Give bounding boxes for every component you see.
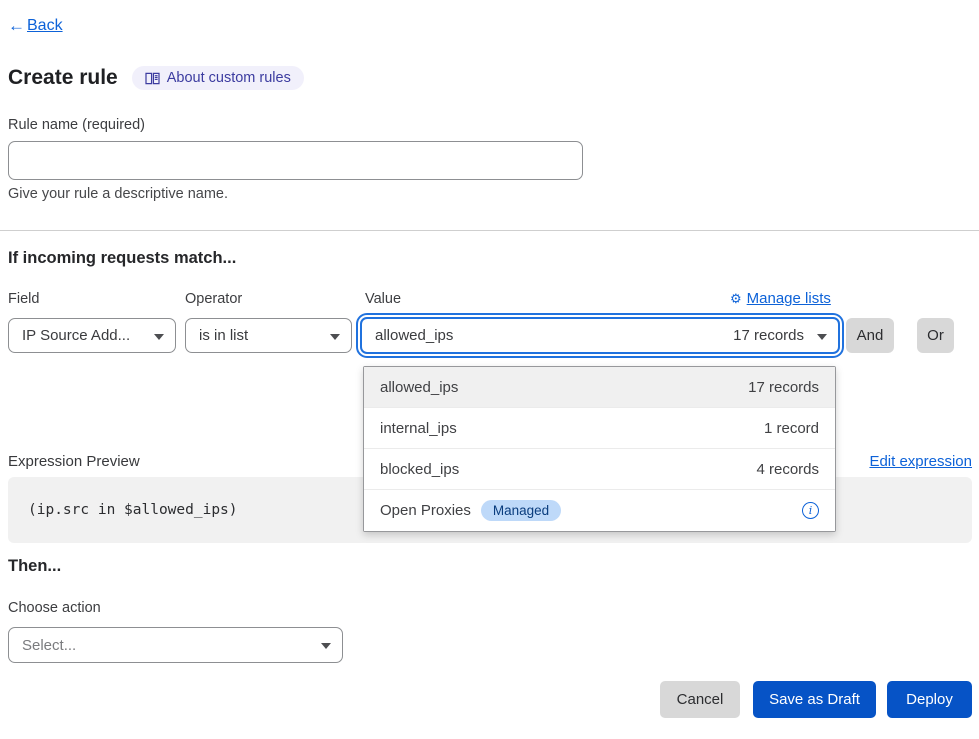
section-divider [0, 230, 979, 231]
choose-action-label: Choose action [8, 600, 101, 616]
list-item-name: allowed_ips [380, 379, 458, 396]
page-title: Create rule [8, 66, 118, 90]
and-button[interactable]: And [846, 318, 894, 353]
expression-code: (ip.src in $allowed_ips) [28, 502, 238, 518]
list-item-detail: 1 record [764, 420, 819, 437]
operator-select[interactable]: is in list [185, 318, 352, 353]
field-select[interactable]: IP Source Add... [8, 318, 176, 353]
list-item-detail: 4 records [756, 461, 819, 478]
operator-select-value: is in list [199, 327, 248, 344]
save-as-draft-button[interactable]: Save as Draft [753, 681, 876, 718]
list-item-name: internal_ips [380, 420, 457, 437]
rule-name-helper: Give your rule a descriptive name. [8, 186, 228, 202]
match-section-heading: If incoming requests match... [8, 249, 236, 268]
deploy-button[interactable]: Deploy [887, 681, 972, 718]
gear-icon: ⚙ [730, 291, 742, 307]
back-arrow-icon: ← [8, 16, 25, 36]
managed-badge: Managed [481, 500, 561, 521]
list-item-name: Open Proxies [380, 502, 471, 519]
manage-lists-link[interactable]: ⚙ Manage lists [730, 290, 831, 307]
or-button[interactable]: Or [917, 318, 954, 353]
rule-name-label: Rule name (required) [8, 117, 145, 133]
cancel-button[interactable]: Cancel [660, 681, 740, 718]
rule-name-input[interactable] [8, 141, 583, 180]
title-row: Create rule About custom rules [8, 66, 304, 90]
list-item-allowed-ips[interactable]: allowed_ips 17 records [364, 367, 835, 408]
list-item-blocked-ips[interactable]: blocked_ips 4 records [364, 449, 835, 490]
info-icon[interactable]: i [802, 502, 819, 519]
value-select[interactable]: allowed_ips 17 records [360, 317, 840, 354]
back-link-label: Back [27, 17, 63, 35]
about-badge-label: About custom rules [167, 70, 291, 86]
chevron-down-icon [817, 334, 827, 340]
list-item-open-proxies[interactable]: Open Proxies Managed i [364, 490, 835, 531]
value-select-value: allowed_ips [375, 327, 453, 344]
about-custom-rules-link[interactable]: About custom rules [132, 66, 304, 90]
chevron-down-icon [321, 643, 331, 649]
create-rule-page: ← Back Create rule About custom rules Ru… [0, 0, 979, 739]
book-icon [145, 72, 160, 85]
list-item-internal-ips[interactable]: internal_ips 1 record [364, 408, 835, 449]
back-link[interactable]: ← Back [8, 16, 63, 36]
manage-lists-label: Manage lists [747, 290, 831, 307]
action-select-placeholder: Select... [22, 637, 76, 654]
operator-label: Operator [185, 291, 242, 307]
value-dropdown-menu: allowed_ips 17 records internal_ips 1 re… [363, 366, 836, 532]
value-select-records: 17 records [733, 327, 804, 344]
field-select-value: IP Source Add... [22, 327, 130, 344]
then-section-heading: Then... [8, 557, 61, 576]
list-item-detail: 17 records [748, 379, 819, 396]
expression-preview-label: Expression Preview [8, 453, 140, 470]
edit-expression-link[interactable]: Edit expression [869, 453, 972, 470]
field-label: Field [8, 291, 39, 307]
chevron-down-icon [154, 334, 164, 340]
action-select[interactable]: Select... [8, 627, 343, 663]
list-item-name: blocked_ips [380, 461, 459, 478]
value-label: Value [365, 291, 401, 307]
chevron-down-icon [330, 334, 340, 340]
